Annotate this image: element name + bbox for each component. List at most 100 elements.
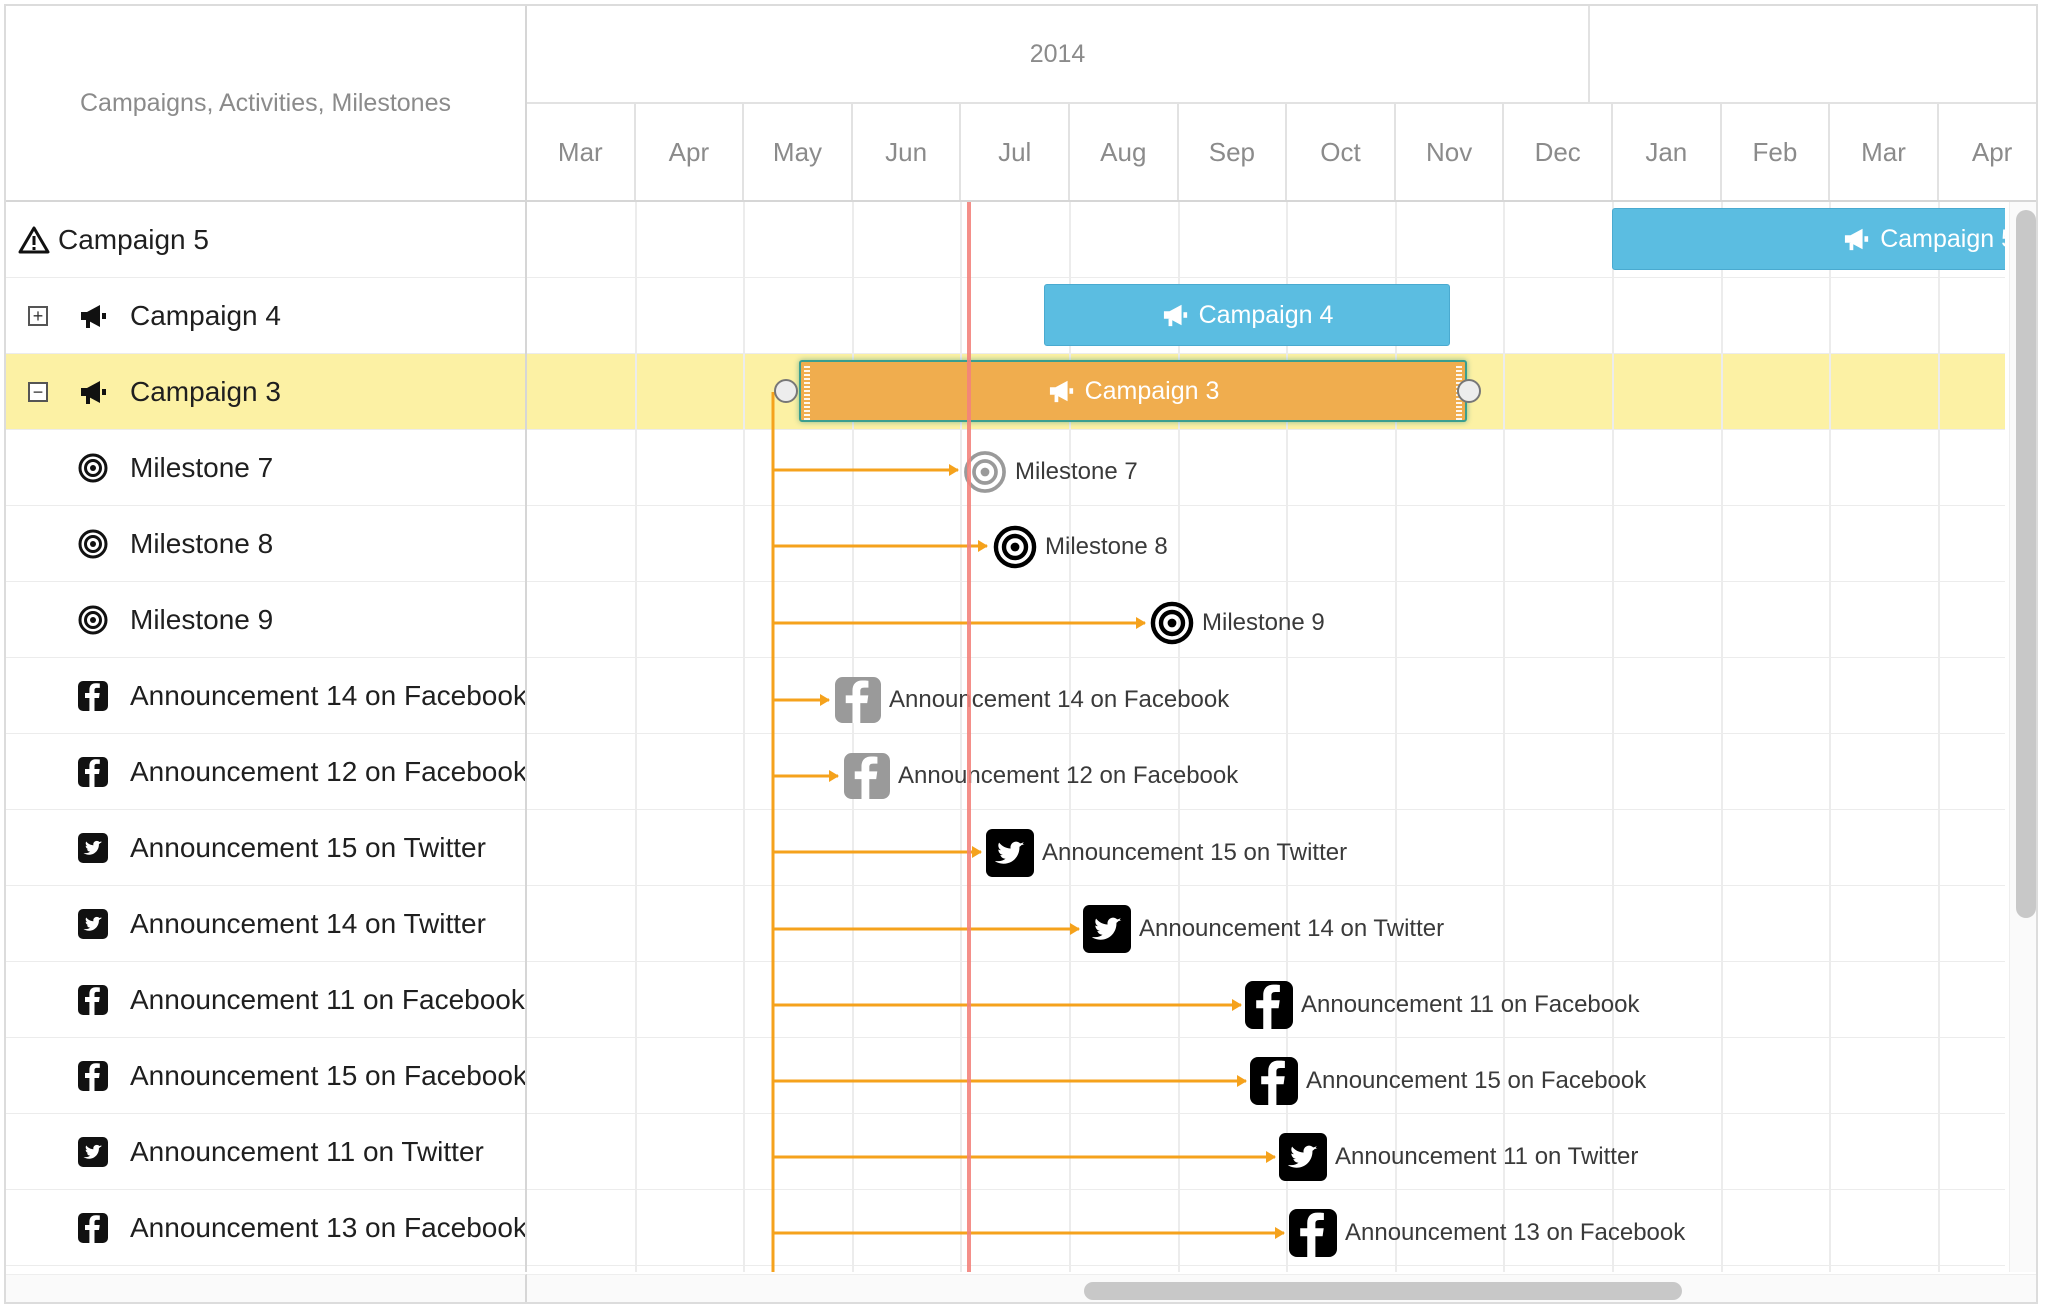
task-label: Announcement 12 on Facebook	[898, 762, 1239, 789]
grid-row-milestone-8[interactable]: Milestone 8	[6, 506, 525, 582]
megaphone-icon	[78, 378, 110, 406]
twitter-icon	[1279, 1133, 1327, 1181]
task-label: Announcement 11 on Facebook	[1301, 991, 1640, 1018]
milestone-8-task[interactable]: Milestone 8	[993, 525, 1168, 569]
grid-row-announcement[interactable]: Announcement 15 on Twitter	[6, 810, 525, 886]
announcement-task[interactable]: Announcement 12 on Facebook	[844, 753, 1238, 799]
row-label: Milestone 9	[130, 603, 274, 635]
grid-row-campaign-5[interactable]: Campaign 5	[6, 202, 525, 278]
grid-row-announcement[interactable]: Announcement 11 on Facebook	[6, 962, 525, 1038]
facebook-icon	[78, 1212, 108, 1243]
warning-icon	[18, 225, 50, 255]
announcement-task[interactable]: Announcement 15 on Twitter	[986, 829, 1347, 877]
task-label: Announcement 14 on Facebook	[889, 686, 1230, 713]
resize-grip-start[interactable]	[804, 366, 810, 420]
twitter-icon	[78, 1136, 108, 1167]
grid-row-announcement[interactable]: Announcement 13 on Facebook	[6, 1190, 525, 1266]
row-label: Milestone 7	[130, 451, 274, 483]
target-icon	[78, 529, 108, 559]
task-label: Announcement 11 on Twitter	[1335, 1143, 1639, 1170]
month-cell: Feb	[1722, 104, 1831, 200]
facebook-icon	[835, 677, 881, 723]
announcement-task[interactable]: Announcement 14 on Twitter	[1083, 905, 1444, 953]
announcement-task[interactable]: Announcement 15 on Facebook	[1250, 1057, 1646, 1105]
facebook-icon	[1289, 1209, 1337, 1257]
megaphone-icon	[78, 302, 110, 330]
grid-row-announcement[interactable]: Announcement 14 on Facebook	[6, 658, 525, 734]
gantt-chart: Campaigns, Activities, Milestones Campai…	[4, 4, 2038, 1304]
target-icon	[993, 525, 1037, 569]
collapse-toggle[interactable]: −	[28, 382, 48, 402]
grid-row-announcement[interactable]: Announcement 11 on Twitter	[6, 1114, 525, 1190]
expand-toggle[interactable]: +	[28, 306, 48, 326]
milestone-7-task[interactable]: Milestone 7	[963, 450, 1138, 494]
task-label: Announcement 13 on Facebook	[1345, 1219, 1686, 1246]
twitter-icon	[986, 829, 1034, 877]
twitter-icon	[78, 908, 108, 939]
task-label: Announcement 14 on Twitter	[1139, 915, 1445, 942]
row-label: Announcement 11 on Facebook	[130, 983, 525, 1015]
row-label: Campaign 4	[130, 299, 281, 331]
grid-row-announcement[interactable]: Announcement 15 on Facebook	[6, 1038, 525, 1114]
left-grid-header-label: Campaigns, Activities, Milestones	[80, 88, 451, 117]
row-label: Announcement 14 on Twitter	[130, 907, 486, 939]
task-label: Milestone 7	[1015, 458, 1138, 485]
grid-row-campaign-3[interactable]: − Campaign 3	[6, 354, 525, 430]
timeline-header: 2014 Mar Apr May Jun Jul Aug Sep Oct Nov Dec Jan Fe…	[527, 6, 2036, 202]
twitter-icon	[1083, 905, 1131, 953]
grid-row-announcement[interactable]: Announcement 12 on Facebook	[6, 734, 525, 810]
row-label: Announcement 15 on Twitter	[130, 831, 486, 863]
month-cell: Sep	[1179, 104, 1288, 200]
month-cell: Apr	[1939, 104, 2036, 200]
task-label: Announcement 15 on Twitter	[1042, 839, 1348, 866]
announcement-task[interactable]: Announcement 11 on Facebook	[1245, 981, 1639, 1029]
facebook-icon	[1250, 1057, 1298, 1105]
month-cell: Jun	[853, 104, 962, 200]
announcement-task[interactable]: Announcement 14 on Facebook	[835, 677, 1229, 723]
month-cell: Mar	[527, 104, 636, 200]
horizontal-scrollbar-thumb[interactable]	[1084, 1282, 1682, 1300]
row-label: Announcement 13 on Facebook	[130, 1211, 525, 1243]
timeline-body: Campaign 5 Campaign 4 Campaign 3 Milesto…	[527, 202, 2005, 1272]
task-label: Milestone 9	[1202, 609, 1325, 636]
announcement-task[interactable]: Announcement 13 on Facebook	[1289, 1209, 1685, 1257]
facebook-icon	[844, 753, 890, 799]
month-cell: Mar	[1830, 104, 1939, 200]
task-label: Announcement 15 on Facebook	[1306, 1067, 1647, 1094]
announcement-task[interactable]: Announcement 11 on Twitter	[1279, 1133, 1638, 1181]
facebook-icon	[78, 1060, 108, 1091]
month-cell: Aug	[1070, 104, 1179, 200]
facebook-icon	[78, 756, 108, 787]
vertical-scrollbar-thumb[interactable]	[2016, 210, 2036, 918]
twitter-icon	[78, 832, 108, 863]
target-icon	[78, 605, 108, 635]
task-label: Milestone 8	[1045, 533, 1168, 560]
row-label: Announcement 12 on Facebook	[130, 755, 525, 787]
grid-row-campaign-4[interactable]: + Campaign 4	[6, 278, 525, 354]
month-cell: Jan	[1613, 104, 1722, 200]
dependency-handle-start[interactable]	[774, 379, 798, 403]
grid-row-announcement[interactable]: Announcement 14 on Twitter	[6, 886, 525, 962]
month-cell: Nov	[1396, 104, 1505, 200]
row-label: Announcement 15 on Facebook	[130, 1059, 525, 1091]
left-grid: Campaign 5 + Campaign 4 − Campaign 3 Mil…	[6, 202, 527, 1272]
row-label: Milestone 8	[130, 527, 274, 559]
month-cell: Apr	[636, 104, 745, 200]
row-label: Campaign 5	[58, 223, 209, 255]
milestone-9-task[interactable]: Milestone 9	[1150, 601, 1325, 645]
campaign-3-bar[interactable]: Campaign 3	[799, 360, 1467, 422]
dependency-handle-end[interactable]	[1457, 379, 1481, 403]
row-label: Campaign 3	[130, 375, 281, 407]
row-label: Announcement 11 on Twitter	[130, 1135, 484, 1167]
target-icon	[78, 453, 108, 483]
facebook-icon	[78, 680, 108, 711]
year-cell	[1590, 6, 2036, 104]
grid-row-milestone-9[interactable]: Milestone 9	[6, 582, 525, 658]
month-cell: Jul	[961, 104, 1070, 200]
row-label: Announcement 14 on Facebook	[130, 679, 525, 711]
year-cell: 2014	[527, 6, 1590, 104]
month-cell: Dec	[1504, 104, 1613, 200]
month-cell: May	[744, 104, 853, 200]
megaphone-icon	[1047, 378, 1077, 404]
grid-row-milestone-7[interactable]: Milestone 7	[6, 430, 525, 506]
